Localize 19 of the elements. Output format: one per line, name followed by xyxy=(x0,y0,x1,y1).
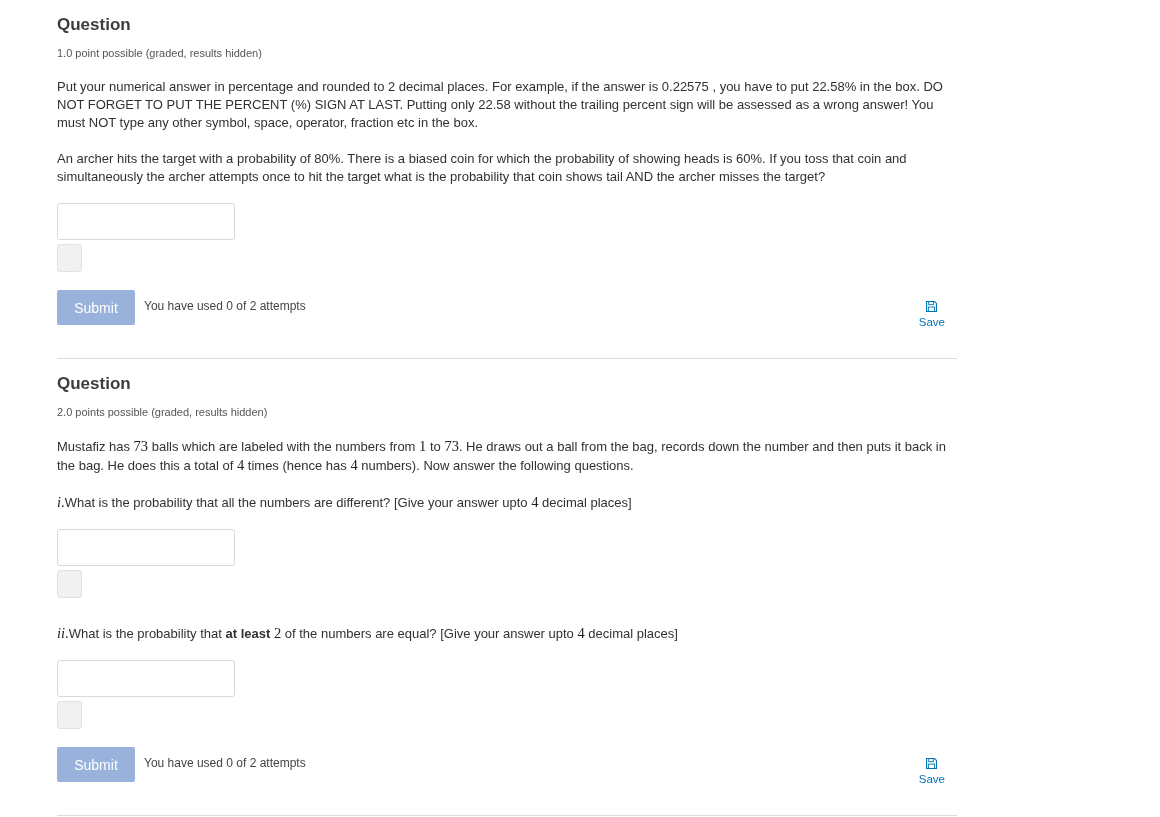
question-text: Mustafiz has 73 balls which are labeled with the numbers from 1 to 73. He draws out a ball from the bag, records down the number and then puts it back in the bag. He does this a total of 4 times (hence has 4 numbers). Now answer the following questions. xyxy=(57,437,947,475)
question-title: Question xyxy=(57,373,132,395)
question-text: ii.What is the probability that at least 2 of the numbers are equal? [Give your answer upto 4 decimal places] xyxy=(57,624,679,643)
points-info: 2.0 points possible (graded, results hidden) xyxy=(57,405,269,420)
question-text: Put your numerical answer in percentage and rounded to 2 decimal places. For example, if the answer is 0.22575 , you have to put 22.58% in the box. DO NOT FORGET TO PUT THE PERCENT (%) SIGN AT LAST. Putting only 22.58 without the trailing percent sign will be assessed as a wrong answer! You must NOT type any other symbol, space, operator, fraction etc in the box. xyxy=(57,78,944,132)
question-text: i.What is the probability that all the numbers are different? [Give your answer upto 4 decimal places] xyxy=(57,493,633,512)
answer-field[interactable] xyxy=(57,660,235,697)
question-text: An archer hits the target with a probability of 80%. There is a biased coin for which the probability of showing heads is 60%. If you toss that coin and simultaneously the archer attempts once to hit the target what is the probability that coin shows tail AND the archer misses the target? xyxy=(57,150,908,186)
save-button[interactable]: Save xyxy=(918,758,945,786)
answer-field[interactable] xyxy=(57,529,235,566)
empty-square-icon xyxy=(57,244,82,272)
empty-square-icon xyxy=(57,701,82,729)
attempts-text: You have used 0 of 2 attempts xyxy=(144,299,306,313)
answer-field[interactable] xyxy=(57,203,235,240)
question-title: Question xyxy=(57,14,132,36)
empty-square-icon xyxy=(57,570,82,598)
attempts-text: You have used 0 of 2 attempts xyxy=(144,756,306,770)
points-info: 1.0 point possible (graded, results hidden) xyxy=(57,46,263,61)
save-button[interactable]: Save xyxy=(918,301,945,329)
